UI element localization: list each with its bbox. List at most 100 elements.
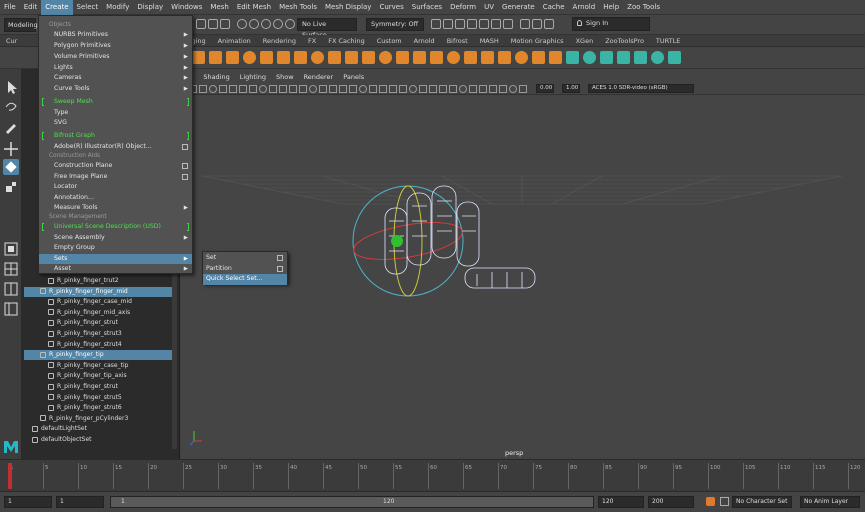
mode-dropdown[interactable]: Modeling — [4, 18, 38, 32]
shelf-tab-fx[interactable]: FX — [302, 35, 322, 47]
menu-item-cameras[interactable]: Cameras ▶ — [39, 73, 192, 84]
outliner-row[interactable]: R_pinky_finger_strut4 — [24, 340, 172, 350]
panel-menu-renderer[interactable]: Renderer — [299, 71, 339, 83]
menu-edit[interactable]: Edit — [20, 0, 42, 15]
key-settings-icon[interactable] — [720, 497, 729, 506]
sphere-icon[interactable] — [209, 51, 222, 64]
bevel-icon[interactable] — [379, 51, 392, 64]
extrude-icon[interactable] — [396, 51, 409, 64]
panel-tool-20-icon[interactable] — [379, 84, 387, 93]
panel-tool-34-icon[interactable] — [519, 84, 527, 93]
shelf-tab-motion-graphics[interactable]: Motion Graphics — [505, 35, 570, 47]
manip-center[interactable] — [391, 235, 403, 247]
menu-display[interactable]: Display — [133, 0, 167, 15]
uv-editor-icon[interactable] — [532, 51, 545, 64]
rotate-tool-icon[interactable] — [3, 159, 19, 175]
menu-select[interactable]: Select — [73, 0, 103, 15]
smooth-icon[interactable] — [362, 51, 375, 64]
panel-tool-17-icon[interactable] — [349, 84, 357, 93]
outliner-row[interactable]: R_pinky_finger_case_mid — [24, 297, 172, 307]
menu-modify[interactable]: Modify — [102, 0, 133, 15]
paint-select-icon[interactable] — [3, 119, 19, 135]
arnold-render-icon[interactable] — [491, 19, 501, 29]
shelf-tab-fx-caching[interactable]: FX Caching — [322, 35, 371, 47]
panel-tool-15-icon[interactable] — [329, 84, 337, 93]
menu-item-annotation[interactable]: Annotation... — [39, 193, 192, 204]
outliner-row[interactable]: R_pinky_finger_strut3 — [24, 329, 172, 339]
menu-item-asset[interactable]: Asset ▶ — [39, 264, 192, 275]
panel-menu-shading[interactable]: Shading — [198, 71, 234, 83]
shelf-tab-mash[interactable]: MASH — [474, 35, 505, 47]
lasso-tool-icon[interactable] — [3, 99, 19, 115]
menu-surfaces[interactable]: Surfaces — [408, 0, 446, 15]
outliner-row[interactable]: R_pinky_finger_strut6 — [24, 403, 172, 413]
mirror-icon[interactable] — [481, 51, 494, 64]
plane-icon[interactable] — [260, 51, 273, 64]
hypershade-icon[interactable] — [467, 19, 477, 29]
move-tool-icon[interactable] — [3, 141, 19, 157]
separate-icon[interactable] — [345, 51, 358, 64]
panel-menu-show[interactable]: Show — [271, 71, 299, 83]
planar-map-icon[interactable] — [549, 51, 562, 64]
menu-file[interactable]: File — [0, 0, 20, 15]
layout-two-icon[interactable] — [3, 281, 19, 297]
panel-tool-30-icon[interactable] — [479, 84, 487, 93]
menu-item-measure-tools[interactable]: Measure Tools ▶ — [39, 203, 192, 214]
menu-mesh-tools[interactable]: Mesh Tools — [275, 0, 321, 15]
menu-deform[interactable]: Deform — [446, 0, 480, 15]
outliner-scrollbar[interactable] — [172, 269, 177, 449]
option-box-icon[interactable] — [277, 255, 283, 261]
attribute-editor-icon[interactable] — [544, 19, 554, 29]
end-time-field[interactable]: 200 — [648, 496, 694, 508]
select-tool-icon[interactable] — [3, 79, 19, 95]
snap-view-icon[interactable] — [273, 19, 283, 29]
menu-create[interactable]: Create — [41, 0, 73, 15]
ipr-icon[interactable] — [443, 19, 453, 29]
outliner-row[interactable]: R_pinky_finger_mid_axis — [24, 308, 172, 318]
target-weld-icon[interactable] — [464, 51, 477, 64]
snap-grid-icon[interactable] — [237, 19, 247, 29]
panel-tool-29-icon[interactable] — [469, 84, 477, 93]
menu-zoo-tools[interactable]: Zoo Tools — [623, 0, 664, 15]
outliner-layout-icon[interactable] — [3, 301, 19, 317]
menu-item-sets[interactable]: Sets ▶ — [39, 253, 192, 264]
menu-item-illustrator-object[interactable]: Adobe(R) Illustrator(R) Object... — [39, 142, 192, 153]
panel-tool-16-icon[interactable] — [339, 84, 347, 93]
option-box-icon[interactable] — [277, 265, 283, 272]
menu-item-construction-plane[interactable]: Construction Plane — [39, 161, 192, 172]
menu-mesh-display[interactable]: Mesh Display — [321, 0, 375, 15]
panel-tool-13-icon[interactable] — [309, 84, 317, 93]
outliner-row[interactable]: R_pinky_finger_tip — [24, 350, 172, 361]
playback-end-field[interactable]: 120 — [598, 496, 644, 508]
menu-item-bifrost-graph[interactable]: Bifrost Graph — [39, 131, 192, 142]
shelf-tab-zootoolspro[interactable]: ZooToolsPro — [599, 35, 650, 47]
outliner-row[interactable]: R_pinky_finger_strut5 — [24, 393, 172, 403]
anim-layer-dropdown[interactable]: No Anim Layer — [800, 496, 860, 508]
menu-help[interactable]: Help — [599, 0, 623, 15]
boolean-icon[interactable] — [498, 51, 511, 64]
option-box-icon[interactable] — [182, 163, 188, 169]
select-hierarchy-icon[interactable] — [196, 19, 206, 29]
shelf-tab-bifrost[interactable]: Bifrost — [441, 35, 474, 47]
menu-item-volume-primitives[interactable]: Volume Primitives ▶ — [39, 52, 192, 63]
range-slider[interactable]: 1 120 — [110, 496, 594, 508]
panel-tool-10-icon[interactable] — [279, 84, 287, 93]
layout-four-icon[interactable] — [3, 261, 19, 277]
menu-cache[interactable]: Cache — [539, 0, 569, 15]
combine-icon[interactable] — [328, 51, 341, 64]
sign-in-dropdown[interactable]: Sign In — [572, 17, 650, 31]
outliner-row[interactable]: R_pinky_finger_case_tip — [24, 361, 172, 371]
outliner-row[interactable]: defaultObjectSet — [24, 435, 172, 445]
cone-icon[interactable] — [243, 51, 256, 64]
cut-uv-icon[interactable] — [583, 51, 596, 64]
select-object-icon[interactable] — [208, 19, 218, 29]
menu-item-empty-group[interactable]: Empty Group — [39, 243, 192, 254]
panel-menu-lighting[interactable]: Lighting — [235, 71, 271, 83]
outliner-row[interactable]: R_pinky_finger_trut2 — [24, 276, 172, 286]
panel-tool-21-icon[interactable] — [389, 84, 397, 93]
light-editor-icon[interactable] — [503, 19, 513, 29]
time-slider[interactable]: 1510152025303540455055606570758085909510… — [0, 459, 865, 491]
panel-tool-11-icon[interactable] — [289, 84, 297, 93]
layout-icon[interactable] — [634, 51, 647, 64]
panel-tool-2-icon[interactable] — [199, 84, 207, 93]
